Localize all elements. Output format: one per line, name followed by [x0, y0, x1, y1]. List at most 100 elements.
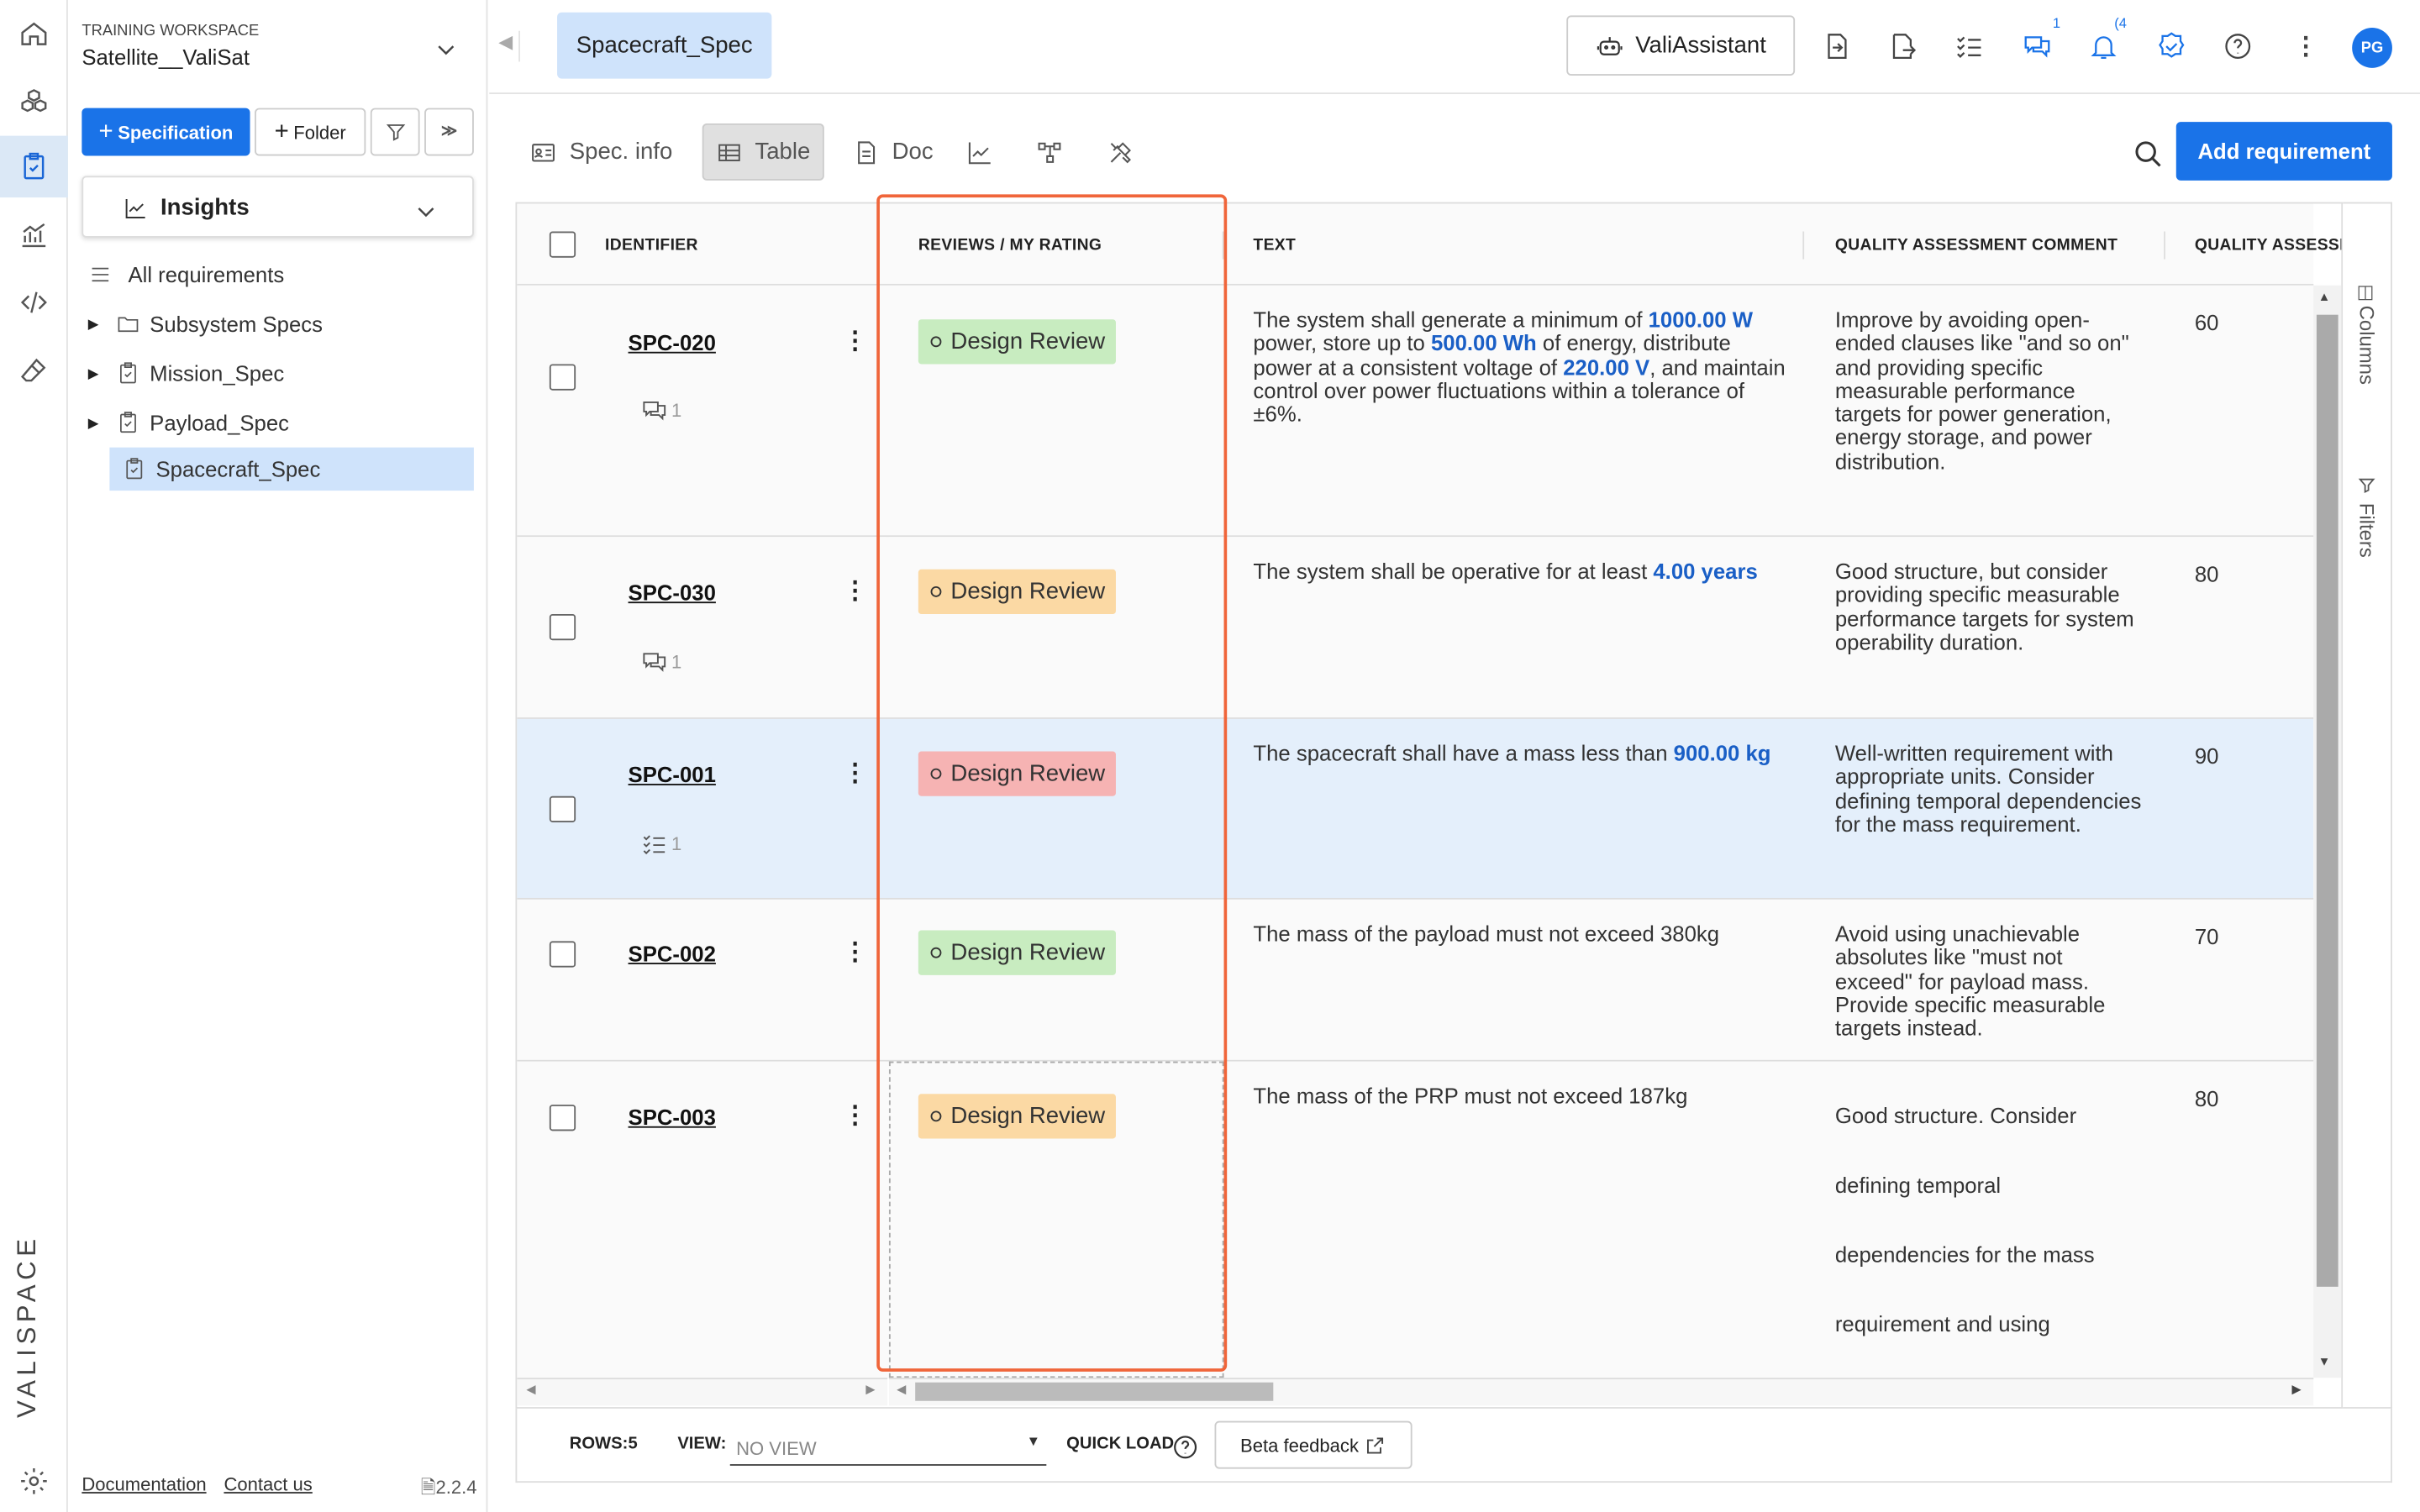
comments-button[interactable]: 1	[2020, 15, 2060, 63]
scripting-nav-button[interactable]	[0, 271, 68, 333]
row-checkbox[interactable]	[549, 941, 576, 968]
add-requirement-button[interactable]: Add requirement	[2175, 122, 2392, 181]
select-all-checkbox[interactable]	[549, 231, 576, 258]
row-checkbox[interactable]	[549, 1105, 576, 1131]
review-badge[interactable]: Design Review	[918, 569, 1116, 615]
comments-indicator[interactable]: 1	[640, 648, 681, 675]
more-menu-button[interactable]: ⋮	[2289, 29, 2323, 63]
analytics-nav-button[interactable]	[0, 203, 68, 265]
requirement-text[interactable]: The mass of the PRP must not exceed 187k…	[1253, 1084, 1786, 1108]
export-button[interactable]	[1886, 29, 1919, 63]
table-row[interactable]: SPC-030 ⋮ 1 Design Review The system sha…	[517, 537, 2314, 719]
row-checkbox[interactable]	[549, 795, 576, 822]
column-header-quality-comment[interactable]: QUALITY ASSESSMENT COMMENT	[1835, 203, 2118, 285]
beta-feedback-button[interactable]: Beta feedback	[1214, 1420, 1413, 1469]
review-badge[interactable]: Design Review	[918, 1094, 1116, 1139]
column-header-identifier[interactable]: IDENTIFIER	[605, 203, 698, 285]
horizontal-scrollbar-pinned[interactable]	[517, 1378, 888, 1406]
checklist-button[interactable]	[1952, 29, 1986, 63]
help-icon[interactable]	[1171, 1433, 1199, 1461]
value-link[interactable]: 4.00 years	[1653, 559, 1757, 583]
caret-right-icon[interactable]: ▶	[88, 316, 110, 333]
new-specification-button[interactable]: + Specification	[82, 108, 250, 156]
row-checkbox[interactable]	[549, 614, 576, 641]
column-divider[interactable]	[1222, 231, 1224, 260]
sidebar-item-spacecraft-spec[interactable]: Spacecraft_Spec	[109, 447, 474, 491]
column-divider[interactable]	[1802, 231, 1805, 260]
column-divider[interactable]	[2164, 231, 2165, 260]
new-folder-button[interactable]: + Folder	[255, 108, 366, 156]
requirement-identifier-link[interactable]: SPC-001	[629, 762, 716, 786]
filters-panel-toggle[interactable]: Filters	[2355, 503, 2379, 558]
row-actions-icon[interactable]: ⋮	[843, 329, 867, 354]
value-link[interactable]: 220.00 V	[1563, 354, 1649, 379]
components-nav-button[interactable]	[0, 71, 68, 132]
tab-doc[interactable]: Doc	[839, 123, 945, 181]
tasks-button[interactable]	[2154, 29, 2188, 63]
requirement-identifier-link[interactable]: SPC-020	[629, 330, 716, 354]
requirement-identifier-link[interactable]: SPC-003	[629, 1105, 716, 1129]
filter-icon[interactable]	[2357, 475, 2377, 496]
vali-assistant-button[interactable]: ValiAssistant	[1566, 15, 1796, 76]
value-link[interactable]: 900.00 kg	[1674, 741, 1771, 765]
horizontal-scrollbar-thumb[interactable]	[915, 1382, 1274, 1401]
home-nav-button[interactable]	[0, 3, 68, 65]
columns-panel-toggle[interactable]: Columns	[2355, 306, 2379, 385]
tab-spec-info[interactable]: Spec. info	[517, 123, 685, 181]
requirement-text[interactable]: The mass of the payload must not exceed …	[1253, 921, 1786, 946]
column-divider[interactable]	[878, 231, 880, 260]
scroll-right-icon[interactable]: ▶	[2292, 1383, 2302, 1397]
tools-nav-button[interactable]	[0, 339, 68, 401]
documentation-link[interactable]: Documentation	[82, 1473, 206, 1495]
settings-nav-button[interactable]	[0, 1451, 68, 1512]
tab-table[interactable]: Table	[702, 123, 824, 181]
import-button[interactable]	[1820, 29, 1854, 63]
review-badge[interactable]: Design Review	[918, 930, 1116, 975]
requirement-identifier-link[interactable]: SPC-002	[629, 941, 716, 965]
search-icon[interactable]	[2133, 139, 2164, 170]
sidebar-item-subsystem-specs[interactable]: ▶ Subsystem Specs	[88, 302, 323, 345]
comments-indicator[interactable]: 1	[640, 396, 681, 424]
insights-panel[interactable]: Insights	[82, 176, 474, 238]
vertical-scrollbar-thumb[interactable]	[2316, 314, 2338, 1287]
subtasks-indicator[interactable]: 1	[640, 830, 681, 858]
chevron-down-icon[interactable]	[434, 37, 458, 61]
value-link[interactable]: 1000.00 W	[1649, 307, 1753, 332]
review-badge[interactable]: Design Review	[918, 319, 1116, 365]
row-actions-icon[interactable]: ⋮	[843, 1104, 867, 1129]
column-header-text[interactable]: TEXT	[1253, 203, 1296, 285]
scroll-up-icon[interactable]: ▲	[2318, 290, 2331, 304]
column-header-reviews[interactable]: REVIEWS / MY RATING	[918, 203, 1102, 285]
table-row[interactable]: SPC-003 ⋮ Design Review The mass of the …	[517, 1061, 2314, 1378]
row-actions-icon[interactable]: ⋮	[843, 940, 867, 965]
contact-link[interactable]: Contact us	[224, 1473, 312, 1495]
requirement-text[interactable]: The spacecraft shall have a mass less th…	[1253, 741, 1786, 765]
caret-right-icon[interactable]: ▶	[88, 365, 110, 381]
sidebar-item-mission-spec[interactable]: ▶ Mission_Spec	[88, 352, 285, 395]
requirements-nav-button[interactable]	[0, 135, 68, 198]
row-actions-icon[interactable]: ⋮	[843, 761, 867, 786]
row-checkbox[interactable]	[549, 364, 576, 391]
workspace-name[interactable]: Satellite__ValiSat	[82, 45, 250, 69]
expand-all-button[interactable]: ≫	[424, 108, 474, 156]
table-row[interactable]: SPC-002 ⋮ Design Review The mass of the …	[517, 899, 2314, 1062]
tab-graph[interactable]	[1023, 123, 1088, 181]
help-button[interactable]	[2221, 29, 2254, 63]
tab-tools[interactable]	[1094, 123, 1159, 181]
user-avatar[interactable]: PG	[2352, 28, 2392, 68]
columns-icon[interactable]: ◫	[2357, 281, 2375, 302]
caret-right-icon[interactable]: ▶	[88, 414, 110, 431]
requirement-text[interactable]: The system shall generate a minimum of 1…	[1253, 307, 1786, 426]
view-select[interactable]: NO VIEW ▼	[729, 1424, 1047, 1466]
table-row[interactable]: SPC-020 ⋮ 1 Design Review The system sha…	[517, 285, 2314, 538]
notifications-button[interactable]: (4	[2086, 15, 2127, 63]
value-link[interactable]: 500.00 Wh	[1431, 331, 1537, 355]
requirement-text[interactable]: The system shall be operative for at lea…	[1253, 559, 1786, 584]
requirement-identifier-link[interactable]: SPC-030	[629, 580, 716, 605]
review-badge[interactable]: Design Review	[918, 751, 1116, 796]
filter-button[interactable]	[370, 108, 420, 156]
scroll-left-icon[interactable]: ◀	[526, 1383, 535, 1397]
row-actions-icon[interactable]: ⋮	[843, 580, 867, 605]
tab-charts[interactable]	[954, 123, 1018, 181]
tab-spacecraft-spec[interactable]: Spacecraft_Spec	[557, 12, 772, 79]
